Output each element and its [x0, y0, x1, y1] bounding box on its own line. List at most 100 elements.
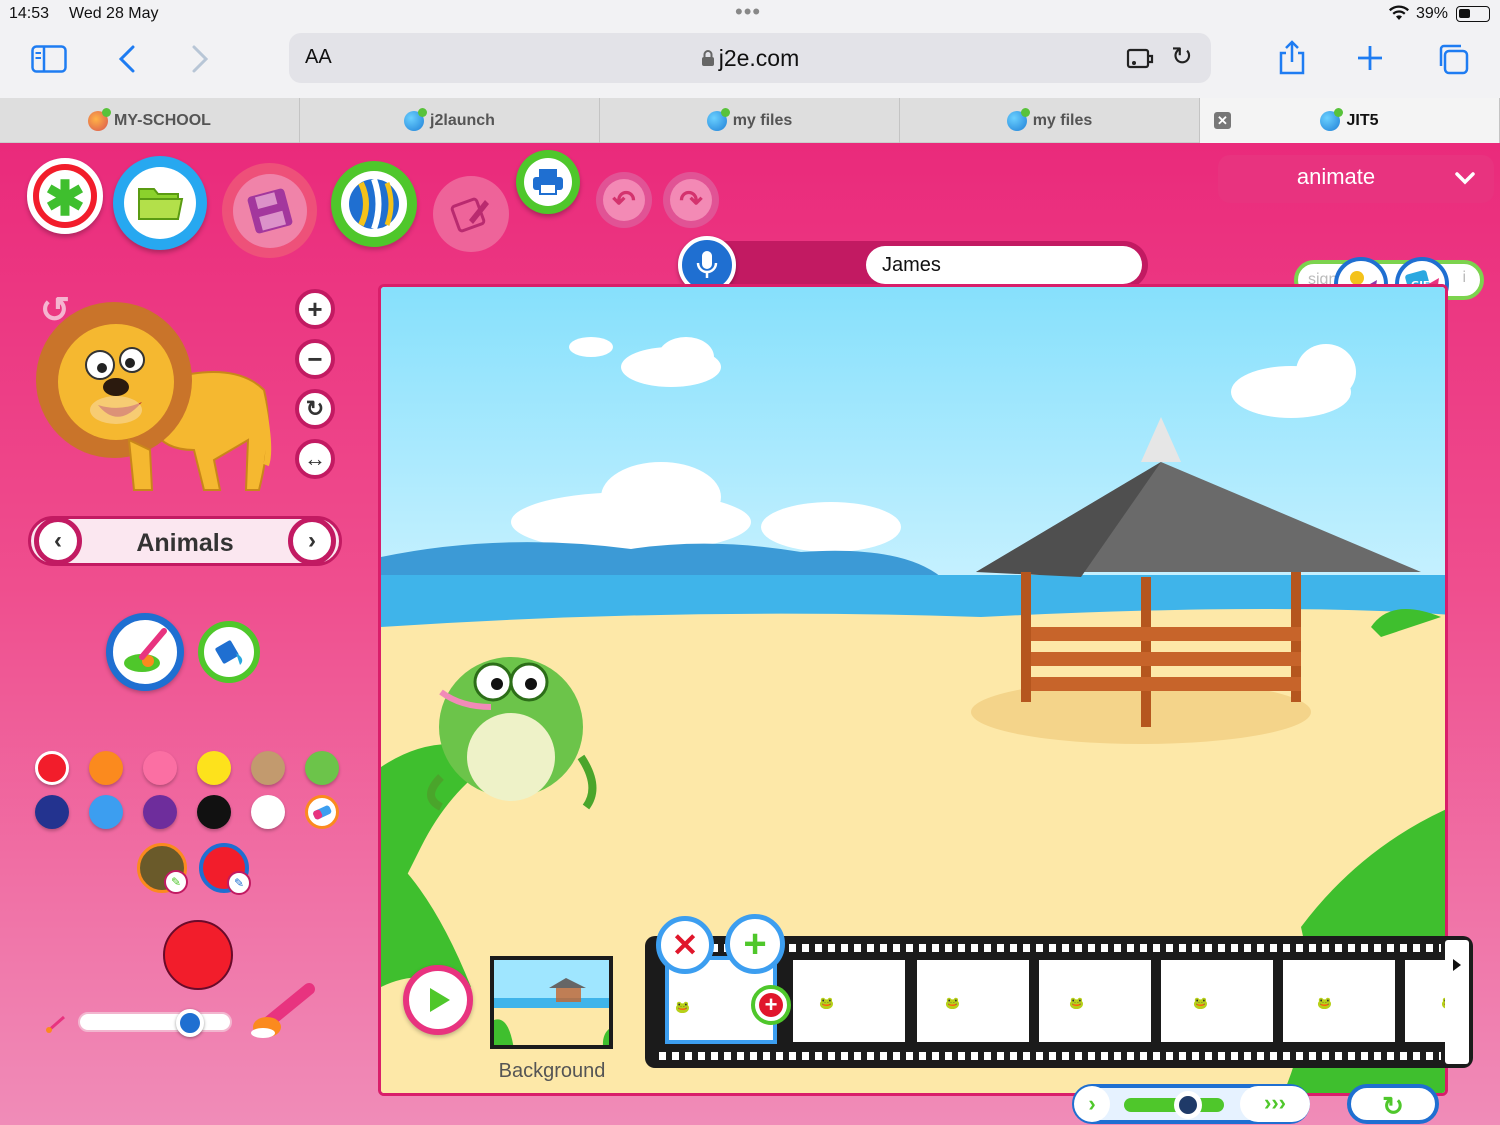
- colour-swatch[interactable]: [143, 751, 177, 785]
- flip-horizontal-icon: ↔: [304, 446, 326, 471]
- tab-my-school[interactable]: MY-SCHOOL: [0, 98, 300, 143]
- frog-thumbnail-icon: 🐸: [819, 996, 834, 1010]
- zoom-out-button[interactable]: −: [295, 339, 335, 379]
- tab-my-files[interactable]: my files: [600, 98, 900, 143]
- share-publish-button[interactable]: [331, 161, 417, 247]
- texture-swatch[interactable]: ✎: [137, 843, 188, 894]
- edit-button[interactable]: [433, 176, 509, 252]
- lock-icon: [701, 50, 714, 66]
- paint-bucket-icon: [215, 640, 243, 665]
- save-button[interactable]: [222, 163, 317, 258]
- print-button[interactable]: [516, 150, 580, 214]
- speed-control: › ›››: [1072, 1084, 1310, 1124]
- loop-button[interactable]: ↻: [1347, 1084, 1439, 1124]
- frog-thumbnail-icon: 🐸: [1317, 996, 1332, 1010]
- info-label[interactable]: i: [1462, 269, 1466, 287]
- film-perforations: [659, 1052, 1441, 1060]
- delete-frame-button[interactable]: ✕: [656, 916, 714, 974]
- brush-size-thumb[interactable]: [176, 1009, 205, 1037]
- minus-icon: −: [307, 344, 323, 374]
- brush-size-slider[interactable]: [78, 1012, 232, 1032]
- mode-dropdown[interactable]: animate: [1218, 155, 1494, 203]
- colour-swatch[interactable]: [89, 795, 123, 829]
- colour-swatch[interactable]: [251, 751, 285, 785]
- animation-frame[interactable]: 🐸: [1283, 960, 1395, 1042]
- rotate-button[interactable]: ↻: [295, 389, 335, 429]
- colour-swatch[interactable]: [143, 795, 177, 829]
- eraser-swatch[interactable]: [305, 795, 339, 829]
- fill-tool-button[interactable]: [198, 621, 260, 683]
- colour-swatch[interactable]: [35, 751, 69, 785]
- mode-dropdown-label: animate: [1296, 164, 1376, 189]
- close-tab-icon[interactable]: ✕: [1214, 112, 1231, 129]
- tab-my-files-2[interactable]: my files: [900, 98, 1200, 143]
- speed-thumb[interactable]: [1174, 1091, 1202, 1119]
- back-icon[interactable]: [117, 44, 137, 74]
- tab-j2launch[interactable]: j2launch: [300, 98, 600, 143]
- large-brush-icon: [251, 983, 315, 1038]
- animation-frame[interactable]: 🐸: [793, 960, 905, 1042]
- author-bar: James: [678, 236, 1148, 294]
- play-button[interactable]: [403, 965, 473, 1035]
- timeline-scroll-right[interactable]: [1445, 940, 1469, 1064]
- redo-icon: ↷: [670, 179, 712, 221]
- address-bar[interactable]: AA j2e.com ↻: [289, 33, 1211, 83]
- status-bar: 14:53 Wed 28 May ••• 39%: [0, 0, 1500, 28]
- colour-swatch[interactable]: [305, 751, 339, 785]
- frog-thumbnail-icon: 🐸: [1069, 996, 1084, 1010]
- eyedropper-icon: ✎: [227, 871, 251, 895]
- forward-icon[interactable]: [190, 44, 210, 74]
- frog-thumbnail-icon: 🐸: [675, 1000, 690, 1014]
- printer-icon: [524, 158, 572, 206]
- colour-swatch[interactable]: [197, 751, 231, 785]
- colour-swatch[interactable]: [251, 795, 285, 829]
- colour-swatch[interactable]: [197, 795, 231, 829]
- pencil-paper-icon: [450, 197, 489, 233]
- double-chevron-right-icon: ›››: [1264, 1090, 1286, 1115]
- share-icon[interactable]: [1277, 40, 1307, 76]
- reload-icon[interactable]: ↻: [1171, 41, 1193, 72]
- tab-overview-icon[interactable]: [1436, 42, 1470, 76]
- colour-swatch[interactable]: [35, 795, 69, 829]
- new-file-button[interactable]: ✱: [27, 158, 103, 234]
- chevron-right-icon: ›: [1088, 1091, 1096, 1116]
- plus-circle-icon: +: [759, 993, 783, 1017]
- extension-icon[interactable]: [1125, 43, 1155, 73]
- slower-button[interactable]: ›: [1074, 1086, 1110, 1122]
- flip-button[interactable]: ↔: [295, 439, 335, 479]
- open-file-button[interactable]: [113, 156, 207, 250]
- tab-jit5[interactable]: ✕ JIT5: [1200, 98, 1500, 143]
- battery-icon: [1456, 6, 1490, 22]
- sidebar-icon[interactable]: [31, 45, 67, 73]
- animation-frame[interactable]: 🐸: [1039, 960, 1151, 1042]
- clock: 14:53: [9, 5, 50, 22]
- favicon-icon: [88, 107, 112, 131]
- undo-button[interactable]: ↶: [596, 172, 652, 228]
- chevron-right-icon: ›: [308, 527, 316, 554]
- redo-button[interactable]: ↷: [663, 172, 719, 228]
- add-frame-button[interactable]: +: [725, 914, 785, 974]
- faster-button[interactable]: ›››: [1240, 1086, 1310, 1122]
- multitasking-dots-icon[interactable]: •••: [735, 0, 761, 24]
- url-text[interactable]: j2e.com: [289, 45, 1211, 72]
- favicon-icon: [1320, 107, 1344, 131]
- duplicate-frame-button[interactable]: +: [751, 985, 791, 1025]
- animation-frame[interactable]: 🐸: [1405, 960, 1456, 1042]
- zoom-in-button[interactable]: +: [295, 289, 335, 329]
- author-name-field[interactable]: James: [866, 246, 1142, 284]
- new-tab-icon[interactable]: [1356, 44, 1384, 72]
- browser-toolbar: AA j2e.com ↻: [0, 28, 1500, 98]
- small-brush-icon: [46, 1015, 65, 1033]
- favicon-icon: [404, 107, 428, 131]
- animation-frame[interactable]: 🐸: [917, 960, 1029, 1042]
- custom-colour-swatch[interactable]: ✎: [199, 843, 251, 895]
- paint-tool-button[interactable]: [106, 613, 184, 691]
- colour-swatch[interactable]: [89, 751, 123, 785]
- animation-frame[interactable]: 🐸: [1161, 960, 1273, 1042]
- reset-clipart-icon[interactable]: ↺: [36, 289, 74, 330]
- close-icon: ✕: [671, 927, 699, 963]
- background-thumbnail[interactable]: [490, 956, 613, 1049]
- category-next-button[interactable]: ›: [288, 517, 336, 565]
- chevron-down-icon: [1455, 172, 1475, 185]
- rotate-icon: ↻: [305, 396, 325, 421]
